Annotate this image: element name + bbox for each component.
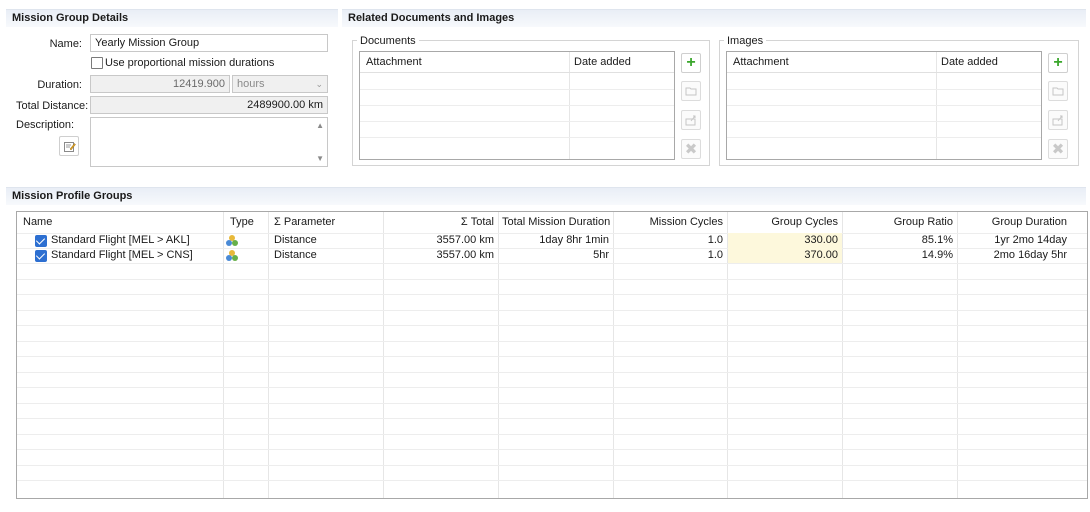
row-group-duration: 1yr 2mo 14day <box>994 234 1067 246</box>
total-distance-field[interactable]: 2489900.00 km <box>90 96 328 114</box>
add-icon: + <box>1053 54 1063 71</box>
duration-unit-select[interactable]: hours ⌄ <box>232 75 328 93</box>
row-group-cycles[interactable]: 330.00 <box>728 233 842 248</box>
col-group-ratio[interactable]: Group Ratio <box>842 212 957 232</box>
images-add-button[interactable]: + <box>1048 53 1068 73</box>
documents-group-title: Documents <box>357 35 419 47</box>
delete-icon: ✖ <box>684 140 698 158</box>
delete-icon: ✖ <box>1051 140 1065 158</box>
row-mission-cycles: 1.0 <box>707 249 723 261</box>
row-group-duration: 2mo 16day 5hr <box>993 249 1067 261</box>
col-type[interactable]: Type <box>226 212 258 232</box>
col-group-duration[interactable]: Group Duration <box>957 212 1071 232</box>
row-group-ratio: 85.1% <box>921 234 953 246</box>
proportional-durations-checkbox[interactable] <box>91 57 103 69</box>
related-documents-header: Related Documents and Images <box>342 9 1086 27</box>
description-textarea[interactable]: ▲ ▼ <box>90 117 328 167</box>
row-total: 3557.00 km <box>436 234 494 246</box>
row-total: 3557.00 km <box>436 249 494 261</box>
row-checkbox[interactable] <box>35 235 47 247</box>
images-col-date-added[interactable]: Date added <box>937 52 1002 72</box>
images-group-title: Images <box>724 35 767 47</box>
mission-group-details-header: Mission Group Details <box>6 9 338 27</box>
duration-unit-value: hours <box>237 78 265 90</box>
scroll-up-icon[interactable]: ▲ <box>316 121 324 130</box>
documents-delete-button[interactable]: ✖ <box>681 139 701 159</box>
row-group-cycles[interactable]: 370.00 <box>728 248 842 263</box>
duration-field[interactable]: 12419.900 <box>90 75 230 93</box>
documents-table[interactable]: Attachment Date added <box>359 51 675 160</box>
row-duration: 5hr <box>593 249 609 261</box>
images-delete-button[interactable]: ✖ <box>1048 139 1068 159</box>
table-row[interactable]: Standard Flight [MEL > AKL] Distance 355… <box>17 233 1087 248</box>
row-name: Standard Flight [MEL > CNS] <box>51 249 193 261</box>
documents-col-attachment[interactable]: Attachment <box>362 52 426 72</box>
documents-export-button[interactable] <box>681 110 701 130</box>
documents-open-button[interactable] <box>681 81 701 101</box>
mission-profile-table[interactable]: Name Type Σ Parameter Σ Total Total Miss… <box>16 211 1088 499</box>
documents-add-button[interactable]: + <box>681 53 701 73</box>
col-name[interactable]: Name <box>19 212 56 232</box>
row-duration: 1day 8hr 1min <box>539 234 609 246</box>
row-mission-cycles: 1.0 <box>707 234 723 246</box>
name-label: Name: <box>49 38 82 50</box>
proportional-durations-label: Use proportional mission durations <box>105 57 275 69</box>
col-group-cycles[interactable]: Group Cycles <box>727 212 842 232</box>
col-total-mission-duration[interactable]: Total Mission Duration <box>498 212 613 232</box>
images-table[interactable]: Attachment Date added <box>726 51 1042 160</box>
edit-icon <box>63 141 76 152</box>
add-icon: + <box>686 54 696 71</box>
duration-label: Duration: <box>37 79 82 91</box>
export-icon <box>1052 115 1063 125</box>
images-col-attachment[interactable]: Attachment <box>729 52 793 72</box>
open-folder-icon <box>1052 87 1064 96</box>
table-row[interactable]: Standard Flight [MEL > CNS] Distance 355… <box>17 248 1087 263</box>
name-field[interactable]: Yearly Mission Group <box>90 34 328 52</box>
open-folder-icon <box>685 87 697 96</box>
row-name: Standard Flight [MEL > AKL] <box>51 234 190 246</box>
col-total[interactable]: Σ Total <box>383 212 498 232</box>
row-group-ratio: 14.9% <box>921 249 953 261</box>
chevron-down-icon: ⌄ <box>315 79 323 89</box>
mission-type-icon <box>226 235 238 246</box>
row-parameter: Distance <box>274 234 317 246</box>
edit-description-button[interactable] <box>59 136 79 156</box>
row-parameter: Distance <box>274 249 317 261</box>
images-open-button[interactable] <box>1048 81 1068 101</box>
col-mission-cycles[interactable]: Mission Cycles <box>613 212 727 232</box>
scroll-down-icon[interactable]: ▼ <box>316 154 324 163</box>
export-icon <box>685 115 696 125</box>
total-distance-label: Total Distance: <box>16 100 89 112</box>
documents-col-date-added[interactable]: Date added <box>570 52 635 72</box>
mission-profile-groups-header: Mission Profile Groups <box>6 187 1086 205</box>
description-label: Description: <box>16 119 75 131</box>
col-parameter[interactable]: Σ Parameter <box>270 212 339 232</box>
mission-type-icon <box>226 250 238 261</box>
row-checkbox[interactable] <box>35 250 47 262</box>
images-export-button[interactable] <box>1048 110 1068 130</box>
